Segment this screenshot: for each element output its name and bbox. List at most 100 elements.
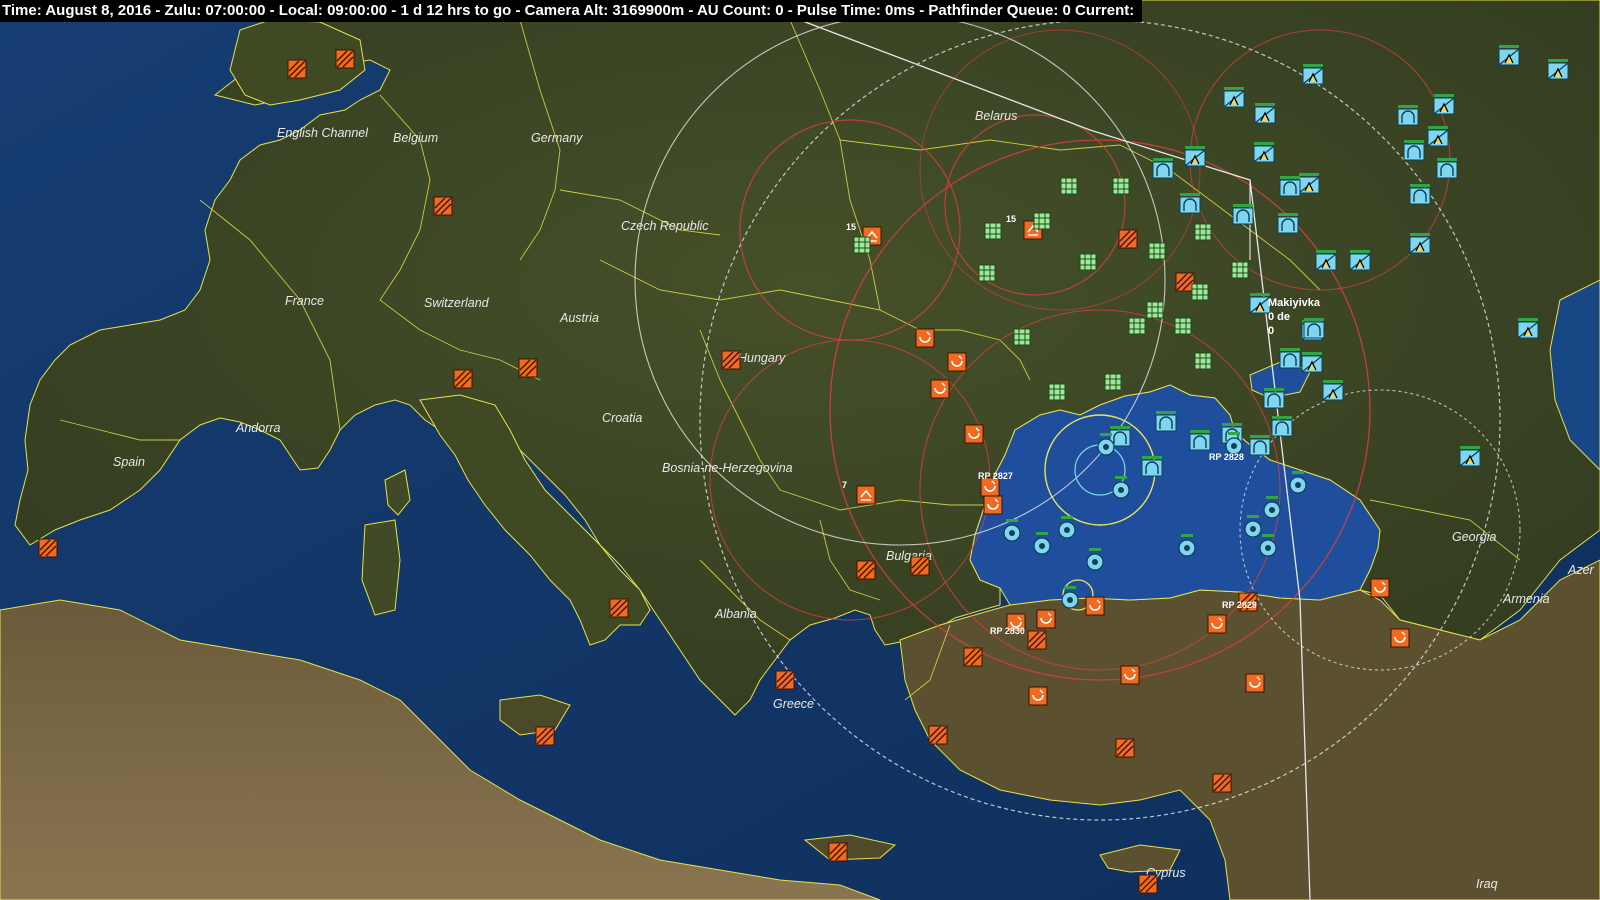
hostile-ship[interactable] — [1207, 614, 1227, 634]
friendly-base[interactable] — [1249, 434, 1271, 456]
hostile-unit[interactable] — [856, 560, 876, 580]
friendly-unit[interactable] — [1112, 177, 1130, 195]
friendly-unit[interactable] — [978, 264, 996, 282]
friendly-unit[interactable] — [1104, 373, 1122, 391]
friendly-base[interactable] — [1409, 183, 1431, 205]
friendly-air-unit[interactable] — [1427, 125, 1449, 147]
friendly-base[interactable] — [1277, 212, 1299, 234]
friendly-unit[interactable] — [1013, 328, 1031, 346]
friendly-unit[interactable] — [1128, 317, 1146, 335]
label-rp-2827: RP 2827 — [978, 471, 1013, 481]
hostile-unit[interactable] — [335, 49, 355, 69]
friendly-unit[interactable] — [1079, 253, 1097, 271]
friendly-unit[interactable] — [984, 222, 1002, 240]
hostile-ship[interactable] — [983, 495, 1003, 515]
friendly-air-unit[interactable] — [1349, 249, 1371, 271]
hostile-unit[interactable] — [535, 726, 555, 746]
hostile-unit[interactable] — [518, 358, 538, 378]
friendly-base[interactable] — [1179, 192, 1201, 214]
label-belarus: Belarus — [975, 109, 1017, 123]
friendly-air-unit[interactable] — [1249, 292, 1271, 314]
hostile-ship[interactable] — [1028, 686, 1048, 706]
hostile-unit[interactable] — [1027, 630, 1047, 650]
friendly-unit[interactable] — [1174, 317, 1192, 335]
friendly-base[interactable] — [1155, 410, 1177, 432]
hostile-ship[interactable] — [1245, 673, 1265, 693]
label-greece: Greece — [773, 697, 814, 711]
friendly-base[interactable] — [1152, 157, 1174, 179]
friendly-air-unit[interactable] — [1301, 351, 1323, 373]
friendly-unit[interactable] — [1231, 261, 1249, 279]
hostile-unit[interactable] — [1115, 738, 1135, 758]
label-czech-republic: Czech Republic — [621, 219, 709, 233]
friendly-air-unit[interactable] — [1298, 172, 1320, 194]
friendly-air-unit[interactable] — [1184, 145, 1206, 167]
hostile-air-unit[interactable] — [856, 485, 876, 505]
friendly-base[interactable] — [1279, 347, 1301, 369]
hostile-unit[interactable] — [609, 598, 629, 618]
hostile-unit[interactable] — [38, 538, 58, 558]
hostile-unit[interactable] — [721, 350, 741, 370]
hostile-unit[interactable] — [910, 556, 930, 576]
friendly-air-unit[interactable] — [1253, 141, 1275, 163]
label-hungary: Hungary — [738, 351, 786, 365]
hostile-unit[interactable] — [928, 725, 948, 745]
friendly-unit[interactable] — [1146, 301, 1164, 319]
label-armenia: Armenia — [1502, 592, 1550, 606]
hostile-unit[interactable] — [453, 369, 473, 389]
friendly-unit[interactable] — [1148, 242, 1166, 260]
map-view[interactable]: English Channel Belgium Germany Belarus … — [0, 0, 1600, 900]
friendly-air-unit[interactable] — [1302, 63, 1324, 85]
friendly-unit[interactable] — [1033, 212, 1051, 230]
friendly-base[interactable] — [1189, 429, 1211, 451]
label-makiyivka-sub2: 0 — [1268, 325, 1274, 337]
friendly-air-unit[interactable] — [1517, 317, 1539, 339]
friendly-unit[interactable] — [1194, 223, 1212, 241]
friendly-unit[interactable] — [1060, 177, 1078, 195]
hostile-unit[interactable] — [775, 670, 795, 690]
hostile-ship[interactable] — [930, 379, 950, 399]
hostile-ship[interactable] — [964, 424, 984, 444]
friendly-unit[interactable] — [853, 236, 871, 254]
hostile-ship[interactable] — [1036, 609, 1056, 629]
friendly-base[interactable] — [1279, 175, 1301, 197]
friendly-air-unit[interactable] — [1498, 44, 1520, 66]
friendly-air-unit[interactable] — [1459, 445, 1481, 467]
hostile-unit[interactable] — [1118, 229, 1138, 249]
friendly-unit[interactable] — [1194, 352, 1212, 370]
friendly-air-unit[interactable] — [1433, 93, 1455, 115]
friendly-air-unit[interactable] — [1315, 249, 1337, 271]
friendly-air-unit[interactable] — [1547, 58, 1569, 80]
hostile-ship[interactable] — [1370, 578, 1390, 598]
friendly-base[interactable] — [1263, 387, 1285, 409]
friendly-unit[interactable] — [1048, 383, 1066, 401]
hostile-ship[interactable] — [1120, 665, 1140, 685]
label-croatia: Croatia — [602, 411, 642, 425]
hostile-unit[interactable] — [1138, 874, 1158, 894]
hostile-ship[interactable] — [1390, 628, 1410, 648]
hostile-unit[interactable] — [963, 647, 983, 667]
friendly-base[interactable] — [1436, 157, 1458, 179]
hostile-ship[interactable] — [1085, 596, 1105, 616]
friendly-air-unit[interactable] — [1409, 232, 1431, 254]
label-rp-2830: RP 2830 — [990, 626, 1025, 636]
friendly-base[interactable] — [1303, 317, 1325, 339]
hostile-unit[interactable] — [1175, 272, 1195, 292]
friendly-unit[interactable] — [1191, 283, 1209, 301]
hostile-unit[interactable] — [287, 59, 307, 79]
friendly-air-unit[interactable] — [1254, 102, 1276, 124]
friendly-air-unit[interactable] — [1223, 86, 1245, 108]
friendly-air-unit[interactable] — [1322, 379, 1344, 401]
friendly-base[interactable] — [1271, 415, 1293, 437]
hostile-unit[interactable] — [1212, 773, 1232, 793]
friendly-base[interactable] — [1141, 455, 1163, 477]
friendly-base[interactable] — [1397, 104, 1419, 126]
hostile-ship[interactable] — [915, 328, 935, 348]
hostile-unit[interactable] — [828, 842, 848, 862]
friendly-base[interactable] — [1232, 203, 1254, 225]
label-spain: Spain — [113, 455, 145, 469]
hostile-ship[interactable] — [947, 352, 967, 372]
label-rp-2828: RP 2828 — [1209, 452, 1244, 462]
hostile-unit[interactable] — [433, 196, 453, 216]
friendly-base[interactable] — [1403, 139, 1425, 161]
